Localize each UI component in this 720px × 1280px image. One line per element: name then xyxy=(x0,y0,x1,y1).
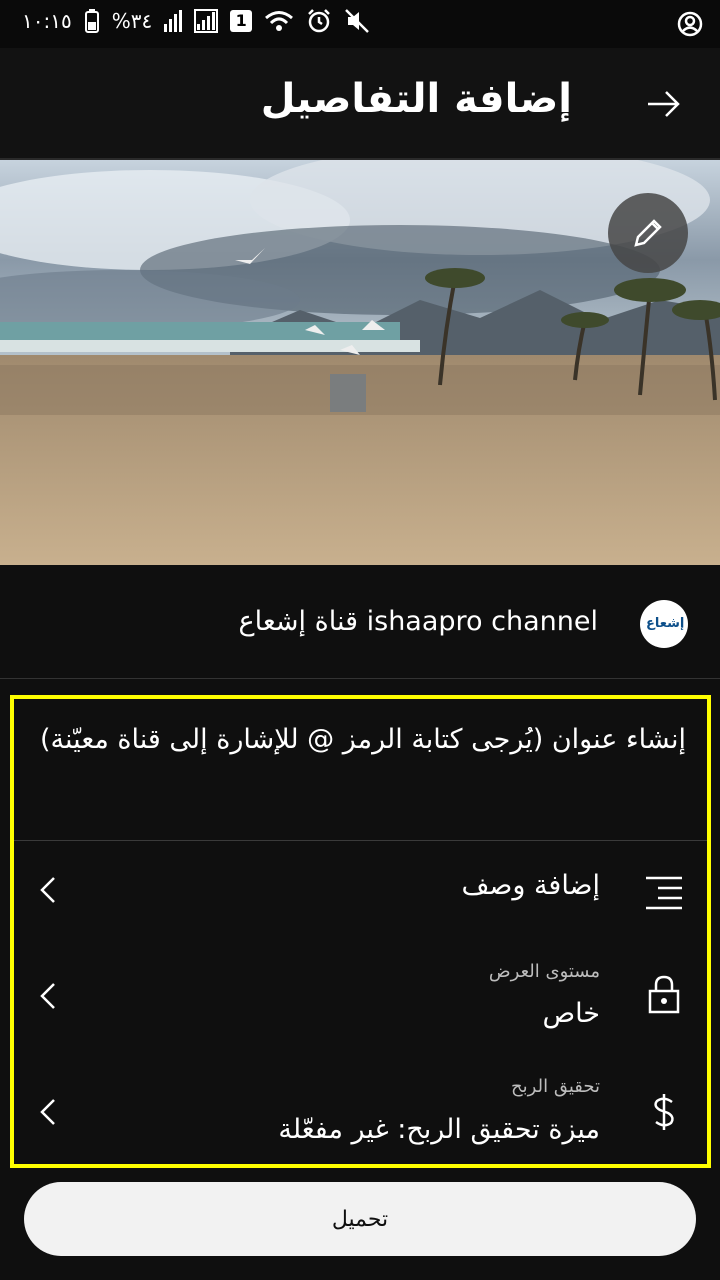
upload-button[interactable]: تحميل xyxy=(24,1182,696,1256)
monetization-sublabel: تحقيق الربح xyxy=(511,1076,600,1097)
description-lines-icon xyxy=(646,876,682,910)
channel-row: قناة إشعاع ishaapro channel إشعاع xyxy=(0,566,720,679)
sim-badge: 1 xyxy=(230,10,253,32)
status-right-group xyxy=(676,10,704,42)
signal-2-icon xyxy=(194,9,219,33)
alarm-icon xyxy=(308,9,331,33)
signal-icon xyxy=(164,10,183,32)
status-bar: ١٠:١٥ %٣٤ 1 xyxy=(0,0,720,48)
battery-percent: %٣٤ xyxy=(111,9,153,33)
back-arrow-icon[interactable] xyxy=(644,84,684,124)
dollar-icon xyxy=(654,1094,674,1130)
title-divider xyxy=(14,840,707,841)
wifi-icon xyxy=(265,11,294,31)
page-title: إضافة التفاصيل xyxy=(260,76,572,122)
channel-avatar: إشعاع xyxy=(640,600,688,648)
monetization-value: ميزة تحقيق الربح: غير مفعّلة xyxy=(278,1114,600,1145)
channel-name: قناة إشعاع ishaapro channel xyxy=(238,606,598,637)
account-icon xyxy=(677,11,703,37)
visibility-value: خاص xyxy=(542,998,600,1029)
chevron-left-icon xyxy=(40,877,55,903)
edit-thumbnail-button[interactable] xyxy=(608,193,688,273)
mute-icon xyxy=(345,9,370,33)
chevron-left-icon xyxy=(40,1099,55,1125)
status-left-group: ١٠:١٥ %٣٤ 1 xyxy=(22,8,370,34)
title-input[interactable]: إنشاء عنوان (يُرجى كتابة الرمز @ للإشارة… xyxy=(36,724,686,755)
chevron-left-icon xyxy=(40,983,55,1009)
pencil-icon xyxy=(634,219,662,247)
visibility-sublabel: مستوى العرض xyxy=(488,961,600,982)
app-header: إضافة التفاصيل xyxy=(0,48,720,160)
clock: ١٠:١٥ xyxy=(22,9,72,33)
description-label: إضافة وصف xyxy=(461,870,600,901)
lock-icon xyxy=(648,975,680,1014)
avatar-logo-text: إشعاع xyxy=(646,616,685,631)
battery-icon xyxy=(84,9,99,33)
details-highlight-frame xyxy=(10,695,711,1168)
